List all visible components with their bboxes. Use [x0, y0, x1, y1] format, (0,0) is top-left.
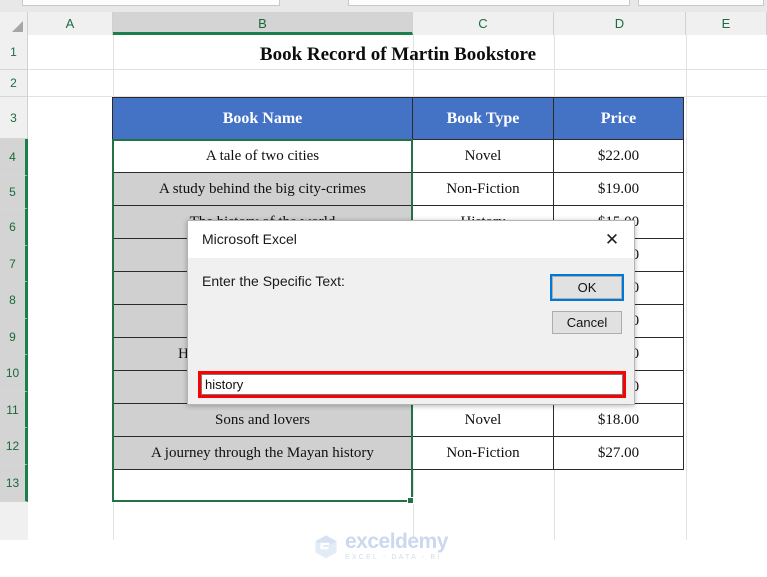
table-row: A tale of two cities Novel $22.00 [112, 139, 684, 173]
close-icon[interactable]: ✕ [590, 221, 634, 258]
row-header-10[interactable]: 10 [0, 355, 28, 392]
cell-price[interactable]: $19.00 [553, 172, 684, 206]
row-header-5[interactable]: 5 [0, 176, 28, 209]
row-header-6[interactable]: 6 [0, 209, 28, 246]
sheet-title: Book Record of Martin Bookstore [259, 44, 537, 65]
dialog-title: Microsoft Excel [202, 231, 297, 247]
ok-button[interactable]: OK [550, 274, 624, 301]
cell-book-type[interactable]: Non-Fiction [412, 436, 554, 470]
row-header-2[interactable]: 2 [0, 70, 28, 97]
watermark: exceldemy EXCEL - DATA - BI [313, 529, 463, 563]
row-header-4[interactable]: 4 [0, 139, 28, 176]
cell-book-type[interactable]: Novel [412, 139, 554, 173]
table-header-row: Book Name Book Type Price [112, 97, 684, 140]
input-highlight-annotation [198, 371, 626, 398]
column-header-c[interactable]: C [413, 12, 554, 35]
watermark-name: exceldemy [345, 530, 448, 553]
table-row: A study behind the big city-crimes Non-Fi… [112, 172, 684, 206]
row-header-11[interactable]: 11 [0, 392, 28, 428]
toolbar-remnant[interactable] [638, 0, 764, 6]
row-header-13[interactable]: 13 [0, 465, 28, 502]
select-all-corner[interactable] [0, 12, 28, 35]
cell-price[interactable]: $27.00 [553, 436, 684, 470]
cancel-button[interactable]: Cancel [552, 311, 622, 334]
table-row: A journey through the Mayan history Non-F… [112, 436, 684, 470]
column-header-bar: A B C D E [0, 12, 767, 35]
row-header-12[interactable]: 12 [0, 428, 28, 465]
cell-price[interactable]: $18.00 [553, 403, 684, 437]
row-header-bar: 1 2 3 4 5 6 7 8 9 10 11 12 13 [0, 35, 28, 540]
input-dialog: Microsoft Excel ✕ Enter the Specific Tex… [187, 220, 635, 405]
formula-bar-remnant[interactable] [348, 0, 630, 6]
column-header-book-name: Book Name [112, 97, 413, 140]
row-header-1[interactable]: 1 [0, 35, 28, 70]
cell-book-name[interactable]: A journey through the Mayan history [112, 436, 413, 470]
cell-book-name[interactable]: Sons and lovers [112, 403, 413, 437]
fill-handle[interactable] [407, 497, 414, 504]
row-header-8[interactable]: 8 [0, 282, 28, 319]
formula-bar-strip [0, 0, 767, 12]
row-header-9[interactable]: 9 [0, 319, 28, 355]
column-header-d[interactable]: D [554, 12, 686, 35]
cell-book-type[interactable]: Non-Fiction [412, 172, 554, 206]
row-header-3[interactable]: 3 [0, 97, 28, 139]
table-row: Sons and lovers Novel $18.00 [112, 403, 684, 437]
cell-price[interactable]: $22.00 [553, 139, 684, 173]
specific-text-input[interactable] [201, 374, 623, 395]
cell-book-type[interactable]: Novel [412, 403, 554, 437]
exceldemy-logo-icon [315, 535, 337, 559]
column-header-book-type: Book Type [412, 97, 554, 140]
cell-book-name[interactable]: A tale of two cities [112, 139, 413, 173]
watermark-tagline: EXCEL - DATA - BI [345, 554, 442, 561]
excel-window: A B C D E 1 2 3 4 5 6 7 8 9 10 11 12 13 … [0, 0, 767, 577]
column-header-e[interactable]: E [686, 12, 767, 35]
dialog-prompt: Enter the Specific Text: [202, 273, 345, 289]
row-header-7[interactable]: 7 [0, 246, 28, 282]
cell-book-name[interactable]: A study behind the big city-crimes [112, 172, 413, 206]
name-box-remnant[interactable] [22, 0, 280, 6]
column-header-price: Price [553, 97, 684, 140]
column-header-a[interactable]: A [28, 12, 113, 35]
column-header-b[interactable]: B [113, 12, 413, 35]
dialog-title-bar: Microsoft Excel ✕ [188, 221, 634, 258]
